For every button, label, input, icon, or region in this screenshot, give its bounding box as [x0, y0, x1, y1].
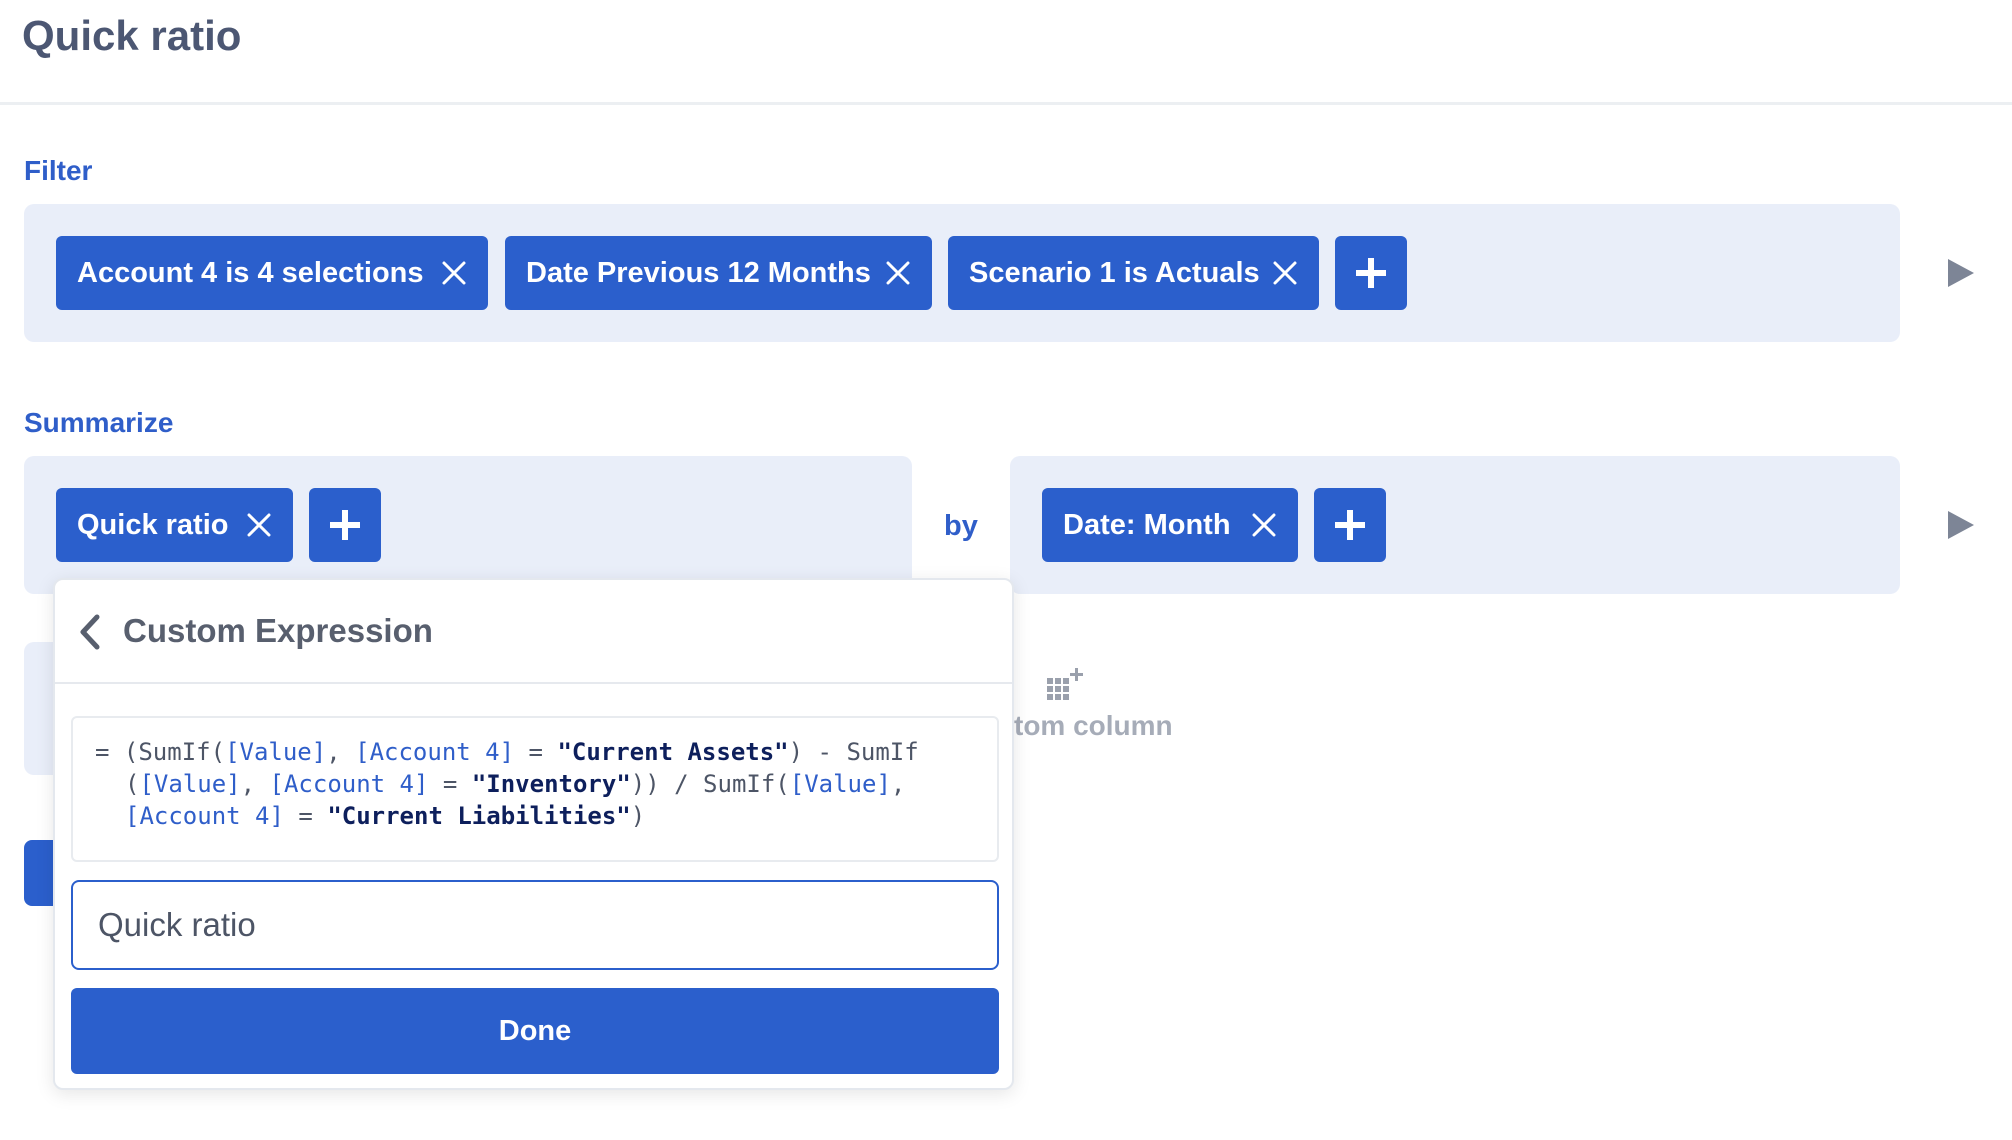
expression-line: [Account 4] = "Current Liabilities") [125, 802, 646, 830]
expression-editor[interactable]: = (SumIf([Value], [Account 4] = "Current… [71, 716, 999, 862]
filter-pill-scenario[interactable]: Scenario 1 is Actuals [948, 236, 1319, 310]
filter-pill-account[interactable]: Account 4 is 4 selections [56, 236, 488, 310]
custom-column-label[interactable]: tom column [1014, 710, 1173, 742]
add-column-icon[interactable] [1047, 668, 1087, 702]
done-button[interactable]: Done [71, 988, 999, 1074]
chevron-left-icon[interactable] [77, 614, 103, 650]
plus-icon [1335, 510, 1365, 540]
popover-header: Custom Expression [55, 580, 1012, 684]
popover-title: Custom Expression [123, 612, 433, 649]
filter-panel: Account 4 is 4 selections Date Previous … [24, 204, 1900, 342]
filter-pill-date[interactable]: Date Previous 12 Months [505, 236, 932, 310]
close-icon[interactable] [246, 512, 272, 538]
filter-pill-label: Scenario 1 is Actuals [969, 256, 1260, 289]
close-icon[interactable] [1251, 512, 1277, 538]
metric-pill-quick-ratio[interactable]: Quick ratio [56, 488, 293, 562]
filter-label: Filter [24, 155, 93, 186]
by-label: by [944, 510, 978, 542]
expression-line: = (SumIf([Value], [Account 4] = "Current… [95, 738, 919, 766]
expression-name-input[interactable] [71, 880, 999, 970]
add-groupby-button[interactable] [1314, 488, 1386, 562]
summarize-metrics-panel: Quick ratio [24, 456, 912, 594]
groupby-pill-label: Date: Month [1063, 508, 1231, 541]
filter-pill-label: Date Previous 12 Months [526, 256, 871, 289]
summarize-groupby-panel: Date: Month [1010, 456, 1900, 594]
page-header: Quick ratio [0, 0, 2012, 105]
summarize-label: Summarize [24, 407, 174, 438]
close-icon[interactable] [885, 260, 911, 286]
groupby-pill-date-month[interactable]: Date: Month [1042, 488, 1298, 562]
close-icon[interactable] [1272, 260, 1298, 286]
filter-pill-label: Account 4 is 4 selections [77, 256, 424, 289]
add-metric-button[interactable] [309, 488, 381, 562]
add-filter-button[interactable] [1335, 236, 1407, 310]
close-icon[interactable] [441, 260, 467, 286]
play-icon[interactable] [1948, 259, 1974, 287]
custom-expression-popover: Custom Expression = (SumIf([Value], [Acc… [53, 578, 1014, 1090]
play-icon[interactable] [1948, 511, 1974, 539]
plus-icon [330, 510, 360, 540]
expression-line: ([Value], [Account 4] = "Inventory")) / … [125, 770, 906, 798]
plus-icon [1356, 258, 1386, 288]
metric-pill-label: Quick ratio [77, 508, 229, 541]
page-title: Quick ratio [22, 12, 242, 59]
